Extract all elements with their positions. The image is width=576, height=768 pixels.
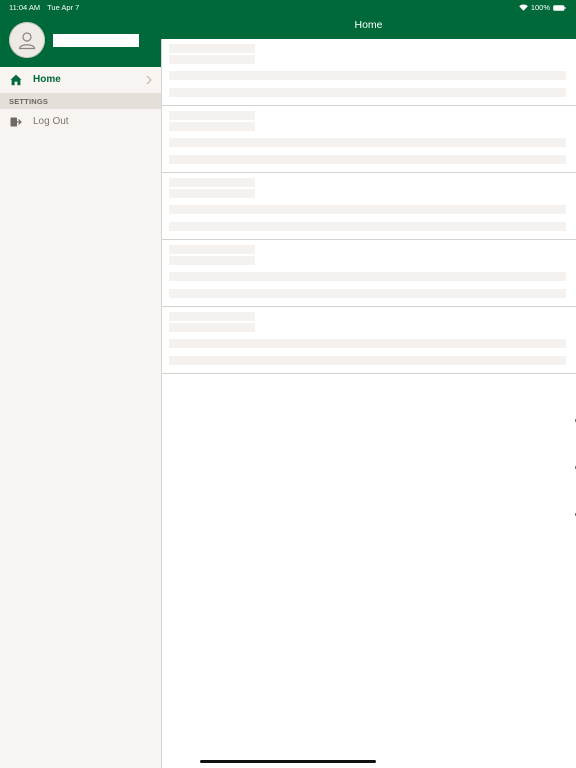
skeleton-line <box>169 205 566 214</box>
skeleton-card <box>162 240 576 307</box>
skeleton-line <box>169 122 255 131</box>
status-time: 11:04 AM <box>9 3 41 12</box>
skeleton-line <box>169 356 566 365</box>
home-icon <box>10 74 22 86</box>
skeleton-line <box>169 155 566 164</box>
sidebar: Home SETTINGS Log Out <box>0 0 162 768</box>
skeleton-line <box>169 312 255 321</box>
status-date: Tue Apr 7 <box>47 3 80 12</box>
user-name-field <box>53 34 139 47</box>
sidebar-item-log-out[interactable]: Log Out <box>0 109 161 135</box>
battery-icon <box>553 4 566 11</box>
chevron-right-icon <box>146 75 152 85</box>
settings-section-header: SETTINGS <box>0 93 161 109</box>
home-content <box>162 39 576 768</box>
skeleton-line <box>169 178 255 187</box>
sidebar-item-label: Log Out <box>33 116 69 127</box>
logout-icon <box>10 117 22 127</box>
skeleton-card <box>162 106 576 173</box>
section-title: SETTINGS <box>9 97 49 106</box>
app-screen: Home SETTINGS Log Out 11:04 AM Tue Apr 7 <box>0 0 576 768</box>
user-icon <box>18 32 36 50</box>
skeleton-line <box>169 138 566 147</box>
skeleton-line <box>169 339 566 348</box>
avatar[interactable] <box>9 22 45 58</box>
skeleton-line <box>169 189 255 198</box>
skeleton-line <box>169 272 566 281</box>
skeleton-line <box>169 111 255 120</box>
skeleton-card <box>162 39 576 106</box>
skeleton-line <box>169 256 255 265</box>
skeleton-line <box>169 245 255 254</box>
home-indicator[interactable] <box>200 760 376 763</box>
sidebar-item-home[interactable]: Home <box>0 67 161 93</box>
page-title: Home <box>354 19 383 31</box>
skeleton-line <box>169 323 255 332</box>
status-bar: 11:04 AM Tue Apr 7 100% <box>0 0 576 13</box>
skeleton-line <box>169 71 566 80</box>
skeleton-line <box>169 55 255 64</box>
skeleton-line <box>169 88 566 97</box>
skeleton-line <box>169 222 566 231</box>
skeleton-line <box>169 44 255 53</box>
skeleton-line <box>169 289 566 298</box>
battery-percent: 100% <box>530 3 550 12</box>
skeleton-card <box>162 307 576 374</box>
skeleton-card <box>162 173 576 240</box>
wifi-icon <box>519 4 528 11</box>
sidebar-item-label: Home <box>33 74 61 85</box>
